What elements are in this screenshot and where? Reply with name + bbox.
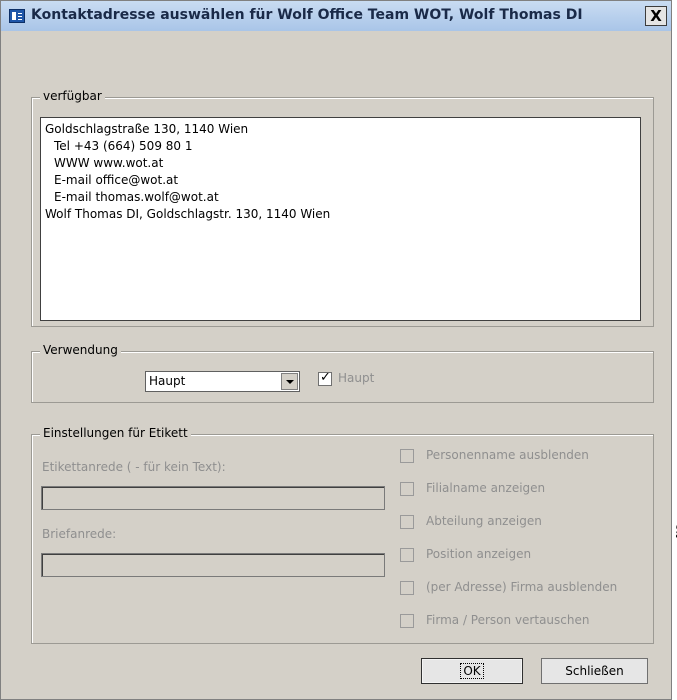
usage-select[interactable]: Haupt — [145, 371, 300, 392]
address-list-item[interactable]: Wolf Thomas DI, Goldschlagstr. 130, 1140… — [45, 206, 636, 223]
chevron-down-icon[interactable] — [281, 373, 298, 390]
checkmark-icon: ✓ — [320, 370, 331, 385]
address-list-item[interactable]: Tel +43 (664) 509 80 1 — [45, 138, 636, 155]
address-list-item[interactable]: WWW www.wot.at — [45, 155, 636, 172]
label-option-checkbox[interactable] — [400, 548, 414, 562]
close-window-button[interactable]: X — [645, 6, 667, 26]
salutation-input[interactable] — [41, 486, 385, 510]
letter-salutation-input[interactable] — [41, 553, 385, 577]
ok-button-label: OK — [460, 663, 484, 679]
usage-legend: Verwendung — [40, 343, 121, 357]
letter-salutation-label: Briefanrede: — [42, 527, 117, 541]
label-option-checkbox[interactable] — [400, 515, 414, 529]
main-checkbox[interactable]: ✓ — [318, 370, 332, 386]
ok-button[interactable]: OK — [421, 658, 523, 684]
label-settings-group: Einstellungen für Etikett Etikettanrede … — [31, 426, 654, 644]
address-list-item[interactable]: E-mail office@wot.at — [45, 172, 636, 189]
label-option-label: Filialname anzeigen — [426, 481, 546, 495]
dialog-window: Kontaktadresse auswählen für Wolf Office… — [0, 0, 672, 700]
label-option-checkbox[interactable] — [400, 482, 414, 496]
form-icon — [9, 9, 25, 23]
label-option-label: Abteilung anzeigen — [426, 514, 542, 528]
label-option-label: Firma / Person vertauschen — [426, 613, 590, 627]
label-option-label: (per Adresse) Firma ausblenden — [426, 580, 618, 594]
salutation-label: Etikettanrede ( - für kein Text): — [42, 460, 226, 474]
window-title: Kontaktadresse auswählen für Wolf Office… — [31, 7, 583, 23]
title-bar[interactable]: Kontaktadresse auswählen für Wolf Office… — [1, 1, 671, 31]
close-button[interactable]: Schließen — [541, 658, 648, 684]
available-legend: verfügbar — [40, 89, 105, 103]
label-option-checkbox[interactable] — [400, 614, 414, 628]
label-option-checkbox[interactable] — [400, 581, 414, 595]
available-group: verfügbar Goldschlagstraße 130, 1140 Wie… — [31, 89, 654, 327]
address-list-item[interactable]: Goldschlagstraße 130, 1140 Wien — [45, 121, 636, 138]
label-option-checkbox[interactable] — [400, 449, 414, 463]
address-list-item[interactable]: E-mail thomas.wolf@wot.at — [45, 189, 636, 206]
address-listbox[interactable]: Goldschlagstraße 130, 1140 Wien Tel +43 (… — [40, 117, 641, 321]
label-settings-legend: Einstellungen für Etikett — [40, 426, 191, 440]
usage-select-value: Haupt — [149, 374, 186, 388]
usage-group: Verwendung Haupt ✓ Haupt — [31, 343, 654, 403]
main-checkbox-label: Haupt — [338, 371, 375, 385]
label-option-label: Personenname ausblenden — [426, 448, 589, 462]
close-button-label: Schließen — [565, 664, 624, 678]
label-option-label: Position anzeigen — [426, 547, 532, 561]
